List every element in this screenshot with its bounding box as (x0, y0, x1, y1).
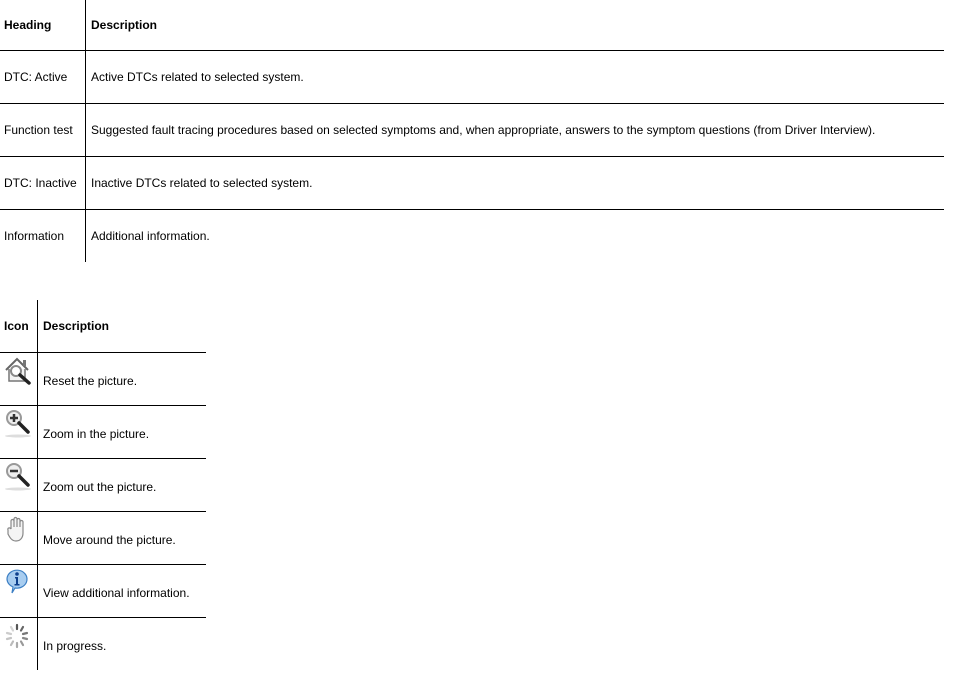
row-description: Zoom out the picture. (37, 457, 206, 511)
column-header-description: Description (43, 318, 110, 333)
row-heading: DTC: Inactive (0, 155, 86, 209)
table-row: DTC: Inactive Inactive DTCs related to s… (0, 155, 944, 209)
row-description: In progress. (37, 616, 206, 670)
row-heading: Information (0, 208, 86, 262)
row-heading: Function test (0, 102, 86, 156)
table-row: Zoom out the picture. (0, 457, 206, 511)
info-icon (6, 569, 28, 593)
row-description: Additional information. (85, 208, 944, 262)
table-header-row: Heading Description (0, 0, 944, 50)
row-description: Active DTCs related to selected system. (85, 49, 944, 103)
reset-picture-icon (5, 357, 31, 385)
progress-spinner-icon (5, 623, 29, 648)
row-heading: DTC: Active (0, 49, 86, 103)
table-row: Move around the picture. (0, 510, 206, 564)
table-row: Function test Suggested fault tracing pr… (0, 102, 944, 156)
table-row: DTC: Active Active DTCs related to selec… (0, 49, 944, 103)
table-row: In progress. (0, 616, 206, 670)
pan-hand-icon (7, 516, 24, 542)
column-header-heading: Heading (0, 0, 86, 50)
table-row: Information Additional information. (0, 208, 944, 262)
row-description: Suggested fault tracing procedures based… (85, 102, 944, 156)
column-header-icon: Icon (0, 300, 38, 352)
row-description: View additional information. (37, 563, 206, 617)
table-row: Zoom in the picture. (0, 404, 206, 458)
row-description: Reset the picture. (37, 351, 206, 405)
row-description: Inactive DTCs related to selected system… (85, 155, 944, 209)
heading-description-table: Heading Description DTC: Active Active D… (0, 0, 944, 262)
table-row: Reset the picture. (0, 351, 206, 405)
table-header-row: Icon Description (0, 300, 206, 352)
column-header-description: Description (91, 17, 158, 32)
zoom-out-icon (5, 462, 31, 490)
icon-description-table: Icon Description Reset the picture. Zoom… (0, 300, 206, 670)
zoom-in-icon (5, 409, 31, 437)
row-description: Zoom in the picture. (37, 404, 206, 458)
table-row: View additional information. (0, 563, 206, 617)
row-description: Move around the picture. (37, 510, 206, 564)
